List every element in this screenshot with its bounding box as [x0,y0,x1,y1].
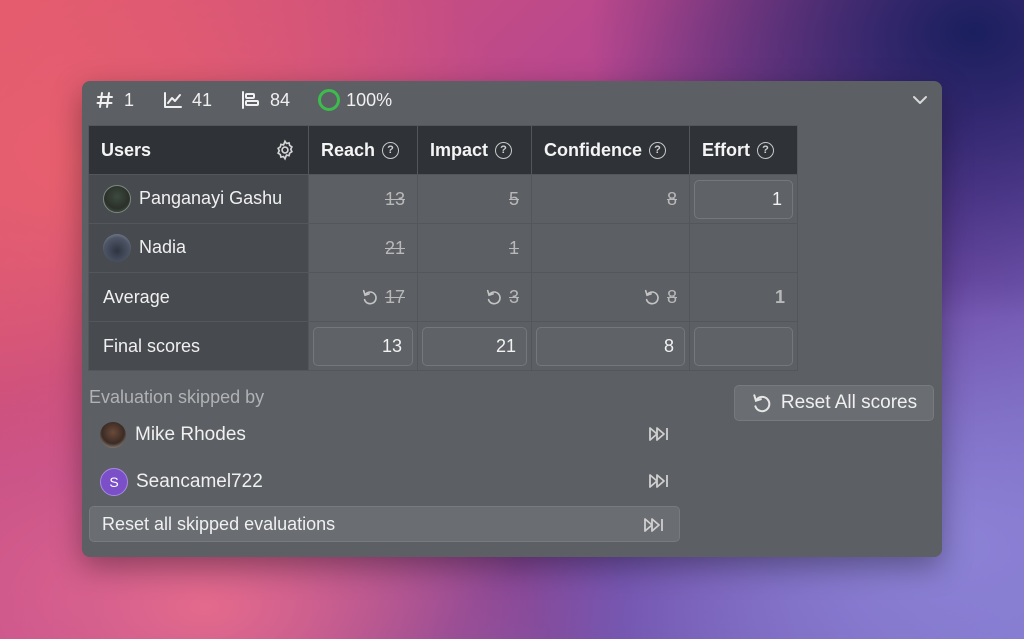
final-label: Final scores [88,321,309,371]
progress-stat: 100% [318,89,392,111]
confidence-cell [531,223,690,273]
reset-all-scores-button[interactable]: Reset All scores [734,385,934,421]
effort-input[interactable]: 1 [694,179,793,219]
reach-average: 17 [308,272,418,322]
table-header-row: Users Reach? Impact? Confidence? Effort? [88,125,798,175]
table-row: Panganayi Gashu 13 5 8 1 [88,174,798,224]
impact-final-cell: 21 [417,321,532,371]
progress-value: 100% [346,89,393,110]
id-stat: 1 [94,89,134,111]
undo-icon[interactable] [485,288,503,306]
score-table: Users Reach? Impact? Confidence? Effort?… [88,125,798,371]
confidence-average: 8 [531,272,690,322]
reset-skipped-button[interactable]: Reset all skipped evaluations [89,506,680,542]
avatar [100,422,126,448]
effort-cell: 1 [689,174,798,224]
help-icon[interactable]: ? [757,141,774,159]
impact-cell: 1 [417,223,532,273]
effort-final-cell [689,321,798,371]
trend-value: 41 [192,89,213,110]
id-value: 1 [124,89,135,110]
impact-cell: 5 [417,174,532,224]
effort-average: 1 [689,272,798,322]
skip-forward-icon [644,518,663,532]
line-chart-icon [162,89,184,111]
skip-forward-icon[interactable] [648,472,670,490]
progress-ring-icon [318,89,341,111]
avatar: S [100,468,128,496]
average-label: Average [88,272,309,322]
impact-final-input[interactable]: 21 [422,326,527,366]
avatar [103,185,131,213]
average-row: Average 17 3 8 1 [88,272,798,322]
chevron-down-icon[interactable] [910,90,930,110]
help-icon[interactable]: ? [649,141,667,159]
avatar [103,234,131,262]
user-cell: Nadia [88,223,309,273]
reach-final-cell: 13 [308,321,418,371]
impact-header: Impact? [417,125,532,175]
final-row: Final scores 13 21 8 [88,321,798,371]
table-row: Nadia 21 1 [88,223,798,273]
confidence-cell: 8 [531,174,690,224]
skipped-user-name: Seancamel722 [136,471,263,492]
skipped-user-row: Mike Rhodes [100,419,670,451]
confidence-header: Confidence? [531,125,690,175]
skipped-user-row: S Seancamel722 [100,466,670,498]
reach-header: Reach? [308,125,418,175]
impact-average: 3 [417,272,532,322]
reach-cell: 21 [308,223,418,273]
bar-list-icon [240,89,262,111]
score-panel: 1 41 84 100% Users Reach ? Impact ? Conf… [82,81,942,557]
bars-value: 84 [270,89,291,110]
skipped-title: Evaluation skipped by [89,387,265,407]
confidence-final-input[interactable]: 8 [536,326,685,366]
undo-icon[interactable] [643,288,661,306]
confidence-final-cell: 8 [531,321,690,371]
help-icon[interactable]: ? [495,141,513,159]
skip-forward-icon[interactable] [648,425,670,443]
bars-stat: 84 [240,89,290,111]
gear-icon[interactable] [274,139,296,161]
effort-final-input[interactable] [694,326,793,366]
undo-icon [753,394,771,413]
undo-icon[interactable] [361,288,379,306]
user-cell: Panganayi Gashu [88,174,309,224]
stats-bar: 1 41 84 100% [82,81,942,119]
reach-cell: 13 [308,174,418,224]
reach-final-input[interactable]: 13 [313,326,413,366]
help-icon[interactable]: ? [382,141,400,159]
users-header: Users [88,125,309,175]
hash-icon [94,89,116,111]
effort-cell [689,223,798,273]
effort-header: Effort? [689,125,798,175]
trend-stat: 41 [162,89,212,111]
skipped-user-name: Mike Rhodes [135,424,246,445]
